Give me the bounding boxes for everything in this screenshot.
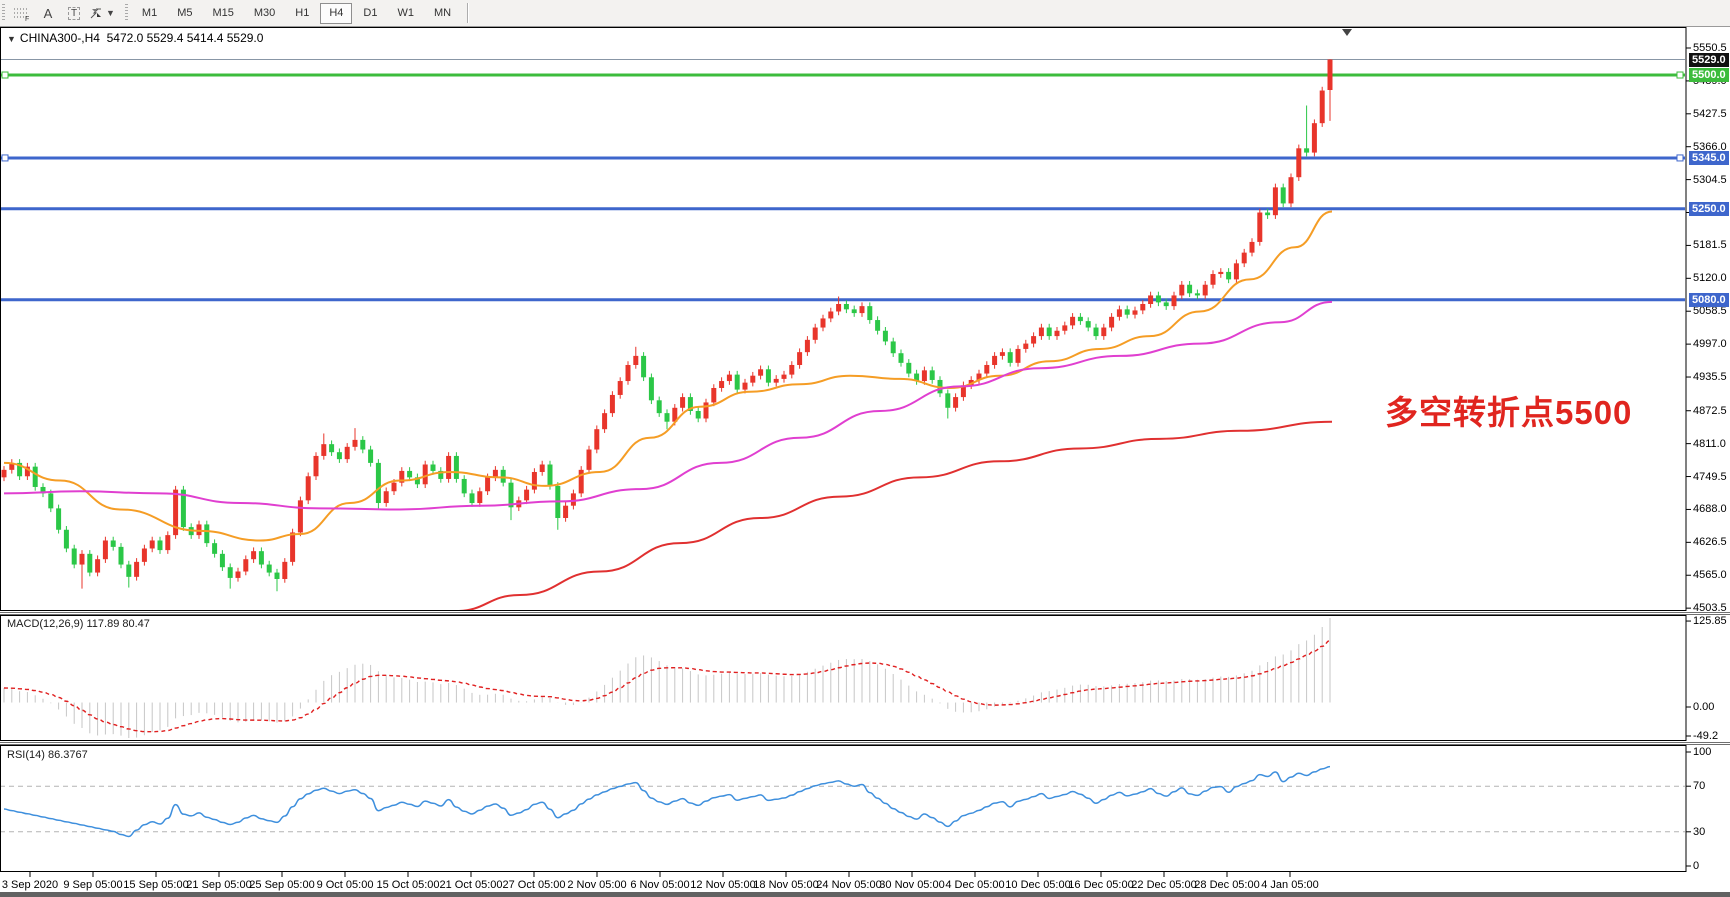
- time-axis-label: 15 Oct 05:00: [377, 879, 440, 891]
- rsi-axis-tick: 30: [1693, 826, 1705, 838]
- time-axis-label: 27 Oct 05:00: [503, 879, 566, 891]
- price-axis-tick: 4997.0: [1693, 338, 1727, 350]
- time-axis-label: 4 Dec 05:00: [945, 879, 1004, 891]
- time-axis-label: 22 Dec 05:00: [1131, 879, 1196, 891]
- rsi-axis-tick: 100: [1693, 746, 1711, 758]
- price-axis-tick: 4626.5: [1693, 536, 1727, 548]
- price-axis-tick: 4872.5: [1693, 405, 1727, 417]
- status-bar: [0, 892, 1730, 897]
- time-axis-label: 25 Sep 05:00: [249, 879, 314, 891]
- tf-button-w1[interactable]: W1: [388, 3, 423, 24]
- rsi-name: RSI(14): [7, 749, 45, 761]
- text-label-tool-button[interactable]: T: [62, 2, 86, 24]
- time-axis-label: 21 Oct 05:00: [440, 879, 503, 891]
- text-tool-button[interactable]: A: [36, 2, 60, 24]
- toolbar-grip[interactable]: [2, 4, 5, 22]
- tf-button-m5[interactable]: M5: [168, 3, 201, 24]
- time-axis-label: 16 Dec 05:00: [1068, 879, 1133, 891]
- hline-badge: 5250.0: [1689, 202, 1729, 216]
- time-axis-label: 3 Sep 2020: [2, 879, 58, 891]
- rsi-value: 86.3767: [48, 749, 88, 761]
- hline-handle: [1677, 155, 1683, 161]
- tf-button-m30[interactable]: M30: [245, 3, 284, 24]
- toolbar-separator: [467, 3, 469, 23]
- hline-badge: 5080.0: [1689, 293, 1729, 307]
- tf-button-mn[interactable]: MN: [425, 3, 460, 24]
- macd-name: MACD(12,26,9): [7, 618, 83, 630]
- price-axis-tick: 5304.5: [1693, 174, 1727, 186]
- hline-handle: [2, 155, 8, 161]
- time-axis-label: 6 Nov 05:00: [630, 879, 689, 891]
- time-axis-label: 18 Nov 05:00: [753, 879, 818, 891]
- tf-button-m1[interactable]: M1: [133, 3, 166, 24]
- timeframe-button-group: M1M5M15M30H1H4D1W1MN: [132, 3, 461, 24]
- arrows-icon: [89, 6, 104, 20]
- expand-arrow-icon[interactable]: ▼: [7, 34, 16, 44]
- time-axis-label: 15 Sep 05:00: [123, 879, 188, 891]
- chart-title: ▼ CHINA300-,H4 5472.0 5529.4 5414.4 5529.…: [7, 31, 263, 45]
- fibonacci-icon: F: [13, 6, 31, 21]
- time-axis-label: 24 Nov 05:00: [816, 879, 881, 891]
- tf-button-h1[interactable]: H1: [286, 3, 318, 24]
- macd-axis-tick: 125.85: [1693, 615, 1727, 627]
- symbol-timeframe: CHINA300-,H4: [20, 31, 100, 45]
- hline-handle: [2, 72, 8, 78]
- macd-axis-tick: 0.00: [1693, 701, 1714, 713]
- rsi-indicator-label: RSI(14) 86.3767: [7, 749, 88, 761]
- mt4-window: F A T ▼ M1M5M15M30H1H4D1W1MN ▼ CHINA300-,…: [0, 0, 1730, 897]
- svg-text:F: F: [25, 16, 29, 21]
- chevron-down-icon[interactable]: ▼: [106, 8, 115, 18]
- price-axis-tick: 5120.0: [1693, 272, 1727, 284]
- tf-button-m15[interactable]: M15: [203, 3, 242, 24]
- price-axis-tick: 4749.5: [1693, 471, 1727, 483]
- text-label-icon: T: [68, 7, 80, 20]
- price-axis-tick: 4811.0: [1693, 438, 1726, 450]
- time-axis-label: 28 Dec 05:00: [1194, 879, 1259, 891]
- shapes-tool-button[interactable]: ▼: [88, 2, 116, 24]
- hline-handle: [1677, 72, 1683, 78]
- toolbar: F A T ▼ M1M5M15M30H1H4D1W1MN: [0, 0, 1730, 27]
- hline-badge: 5345.0: [1689, 151, 1729, 165]
- time-axis-label: 30 Nov 05:00: [879, 879, 944, 891]
- time-axis-label: 9 Sep 05:00: [63, 879, 122, 891]
- text-a-icon: A: [44, 6, 53, 21]
- tf-button-h4[interactable]: H4: [320, 3, 352, 24]
- price-axis-tick: 4688.0: [1693, 503, 1727, 515]
- chart-canvas[interactable]: [0, 0, 1730, 897]
- time-axis-label: 9 Oct 05:00: [317, 879, 374, 891]
- last-price-badge: 5529.0: [1689, 53, 1729, 67]
- macd-indicator-label: MACD(12,26,9) 117.89 80.47: [7, 618, 150, 630]
- fibonacci-tool-button[interactable]: F: [10, 2, 34, 24]
- chart-text-annotation: 多空转折点5500: [1385, 386, 1632, 434]
- time-axis-label: 21 Sep 05:00: [186, 879, 251, 891]
- tf-button-d1[interactable]: D1: [354, 3, 386, 24]
- price-axis-tick: 4503.5: [1693, 602, 1727, 614]
- hline-badge: 5500.0: [1689, 68, 1729, 82]
- price-axis-tick: 4565.0: [1693, 569, 1727, 581]
- macd-axis-tick: -49.2: [1693, 730, 1718, 742]
- price-axis-tick: 4935.5: [1693, 371, 1727, 383]
- price-axis-tick: 5427.5: [1693, 108, 1727, 120]
- toolbar-grip2[interactable]: [125, 4, 128, 22]
- time-axis-label: 10 Dec 05:00: [1005, 879, 1070, 891]
- rsi-axis-tick: 0: [1693, 860, 1699, 872]
- time-axis-label: 2 Nov 05:00: [567, 879, 626, 891]
- time-axis-label: 12 Nov 05:00: [690, 879, 755, 891]
- rsi-axis-tick: 70: [1693, 780, 1705, 792]
- price-axis-tick: 5181.5: [1693, 239, 1727, 251]
- time-axis-label: 4 Jan 05:00: [1261, 879, 1319, 891]
- ohlc-values: 5472.0 5529.4 5414.4 5529.0: [107, 31, 264, 45]
- macd-values: 117.89 80.47: [86, 618, 149, 630]
- price-axis-tick: 5058.5: [1693, 305, 1727, 317]
